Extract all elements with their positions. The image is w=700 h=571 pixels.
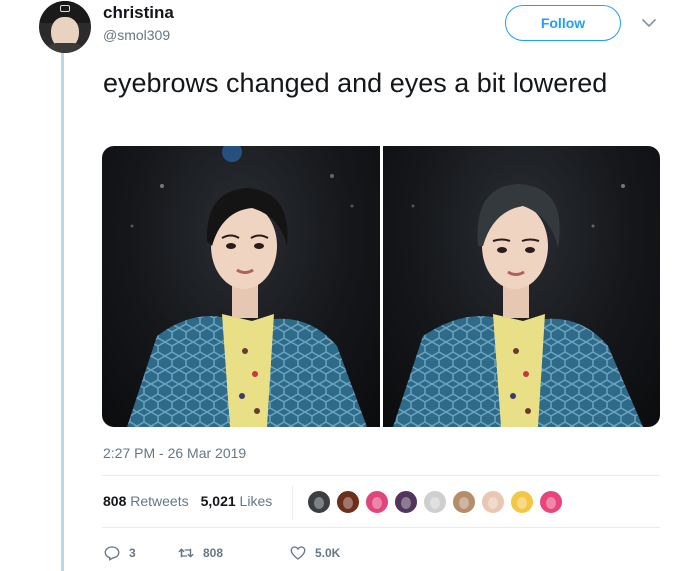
retweet-action[interactable]: 808 bbox=[177, 544, 289, 562]
retweet-count: 808 bbox=[203, 546, 224, 560]
doll-photo-left[interactable] bbox=[102, 146, 380, 427]
doll-illustration-left bbox=[127, 146, 367, 427]
tweet-text: eyebrows changed and eyes a bit lowered bbox=[103, 68, 608, 98]
like-count: 5.0K bbox=[315, 546, 341, 560]
stats-separator bbox=[292, 486, 293, 520]
liker-avatar[interactable] bbox=[306, 489, 332, 515]
tweet-timestamp[interactable]: 2:27 PM - 26 Mar 2019 bbox=[103, 445, 246, 461]
liker-avatar[interactable] bbox=[364, 489, 390, 515]
retweets-count: 808 bbox=[103, 493, 127, 509]
engagement-stats: 808 Retweets 5,021 Likes bbox=[103, 493, 272, 509]
liker-face bbox=[459, 497, 469, 509]
retweets-stat[interactable]: 808 Retweets bbox=[103, 493, 189, 509]
thread-line bbox=[61, 48, 64, 571]
liker-avatar[interactable] bbox=[422, 489, 448, 515]
shirt-shape bbox=[43, 43, 87, 53]
likes-label: Likes bbox=[239, 493, 273, 509]
divider-top bbox=[102, 475, 660, 476]
tweet-media[interactable] bbox=[102, 146, 660, 427]
user-handle[interactable]: @smol309 bbox=[103, 27, 170, 43]
likes-stat[interactable]: 5,021 Likes bbox=[201, 493, 273, 509]
liker-face bbox=[314, 497, 324, 509]
retweets-label: Retweets bbox=[130, 493, 189, 509]
follow-button[interactable]: Follow bbox=[505, 5, 621, 41]
liker-avatar[interactable] bbox=[451, 489, 477, 515]
doll-illustration-right bbox=[392, 184, 643, 427]
likes-count: 5,021 bbox=[200, 493, 236, 509]
user-display-name[interactable]: christina bbox=[103, 3, 174, 23]
reply-icon bbox=[104, 546, 120, 561]
like-action[interactable]: 5.0K bbox=[289, 544, 340, 562]
liker-face bbox=[401, 497, 411, 509]
liker-avatar[interactable] bbox=[509, 489, 535, 515]
liker-face bbox=[546, 497, 556, 509]
chevron-down-icon[interactable] bbox=[640, 14, 658, 32]
liker-avatar[interactable] bbox=[335, 489, 361, 515]
avatar[interactable] bbox=[39, 1, 91, 53]
liker-face bbox=[372, 497, 382, 509]
cap-logo bbox=[60, 5, 70, 12]
liker-avatar[interactable] bbox=[480, 489, 506, 515]
liker-avatar[interactable] bbox=[393, 489, 419, 515]
liker-face bbox=[430, 497, 440, 509]
liker-face bbox=[488, 497, 498, 509]
liker-face bbox=[343, 497, 353, 509]
heart-icon bbox=[290, 546, 306, 560]
doll-photo-right[interactable] bbox=[382, 146, 660, 427]
reply-count: 3 bbox=[129, 546, 136, 560]
reply-action[interactable]: 3 bbox=[103, 544, 177, 562]
action-bar: 3 808 5.0K bbox=[103, 544, 340, 562]
divider-bottom bbox=[102, 527, 660, 528]
liker-face bbox=[517, 497, 527, 509]
liker-avatar[interactable] bbox=[538, 489, 564, 515]
retweet-icon bbox=[178, 548, 194, 558]
liker-avatars bbox=[306, 489, 564, 515]
